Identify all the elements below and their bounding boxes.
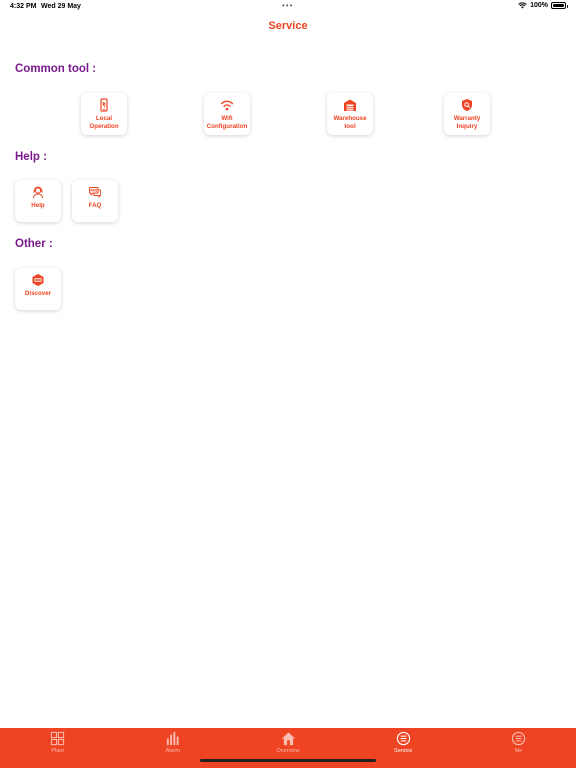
faq-button[interactable]: FAQ FAQ <box>72 180 118 222</box>
phone-icon <box>100 98 108 112</box>
faq-chat-icon: FAQ <box>89 187 101 198</box>
tab-overview[interactable]: Overview <box>230 728 345 768</box>
multitasking-dots[interactable]: ••• <box>282 1 293 10</box>
tab-overview-label: Overview <box>276 748 300 754</box>
status-date: Wed 29 May <box>41 3 81 10</box>
wifi-configuration-label: Wifi Configuration <box>206 115 248 130</box>
tab-alarm-label: Alarm <box>165 748 180 754</box>
tab-alarm[interactable]: Alarm <box>115 728 230 768</box>
warehouse-icon <box>344 99 356 111</box>
discover-button[interactable]: Discover <box>15 268 61 310</box>
section-title-other: Other : <box>15 238 53 250</box>
battery-percent: 100% <box>530 2 548 9</box>
tab-plant[interactable]: Plant <box>0 728 115 768</box>
svg-text:FAQ: FAQ <box>90 189 97 193</box>
tab-plant-label: Plant <box>51 748 64 754</box>
tab-bar: Plant Alarm Overview Service Me <box>0 728 576 768</box>
help-label: Help <box>31 202 45 209</box>
tab-service-label: Service <box>394 748 413 754</box>
bar-chart-icon <box>167 731 179 746</box>
tab-service[interactable]: Service <box>346 728 461 768</box>
service-list-icon <box>396 731 410 746</box>
support-agent-icon <box>33 186 43 199</box>
warehouse-tool-label: Warehouse tool <box>333 115 367 130</box>
status-right: 100% <box>518 2 568 9</box>
warranty-shield-icon <box>462 99 472 111</box>
tab-me[interactable]: Me <box>461 728 576 768</box>
battery-icon <box>551 2 568 9</box>
me-list-icon <box>511 731 526 746</box>
section-title-help: Help : <box>15 151 47 163</box>
wifi-icon <box>220 100 234 111</box>
home-indicator[interactable] <box>200 759 376 762</box>
grid-icon <box>50 731 65 746</box>
warehouse-tool-button[interactable]: Warehouse tool <box>327 93 373 135</box>
help-button[interactable]: Help <box>15 180 61 222</box>
faq-label: FAQ <box>88 202 102 209</box>
local-operation-button[interactable]: Local Operation <box>81 93 127 135</box>
section-title-common-tool: Common tool : <box>15 63 97 75</box>
page-title: Service <box>268 20 308 32</box>
discover-label: Discover <box>24 290 52 297</box>
warranty-inquiry-label: Warranty Inquiry <box>453 115 481 130</box>
discover-icon <box>32 274 44 286</box>
wifi-signal-icon <box>518 2 527 9</box>
status-bar: 4:32 PM Wed 29 May ••• 100% <box>0 0 576 14</box>
wifi-configuration-button[interactable]: Wifi Configuration <box>204 93 250 135</box>
home-icon <box>281 732 295 746</box>
status-time: 4:32 PM <box>10 3 37 10</box>
local-operation-label: Local Operation <box>89 115 119 130</box>
tab-me-label: Me <box>514 748 523 754</box>
warranty-inquiry-button[interactable]: Warranty Inquiry <box>444 93 490 135</box>
